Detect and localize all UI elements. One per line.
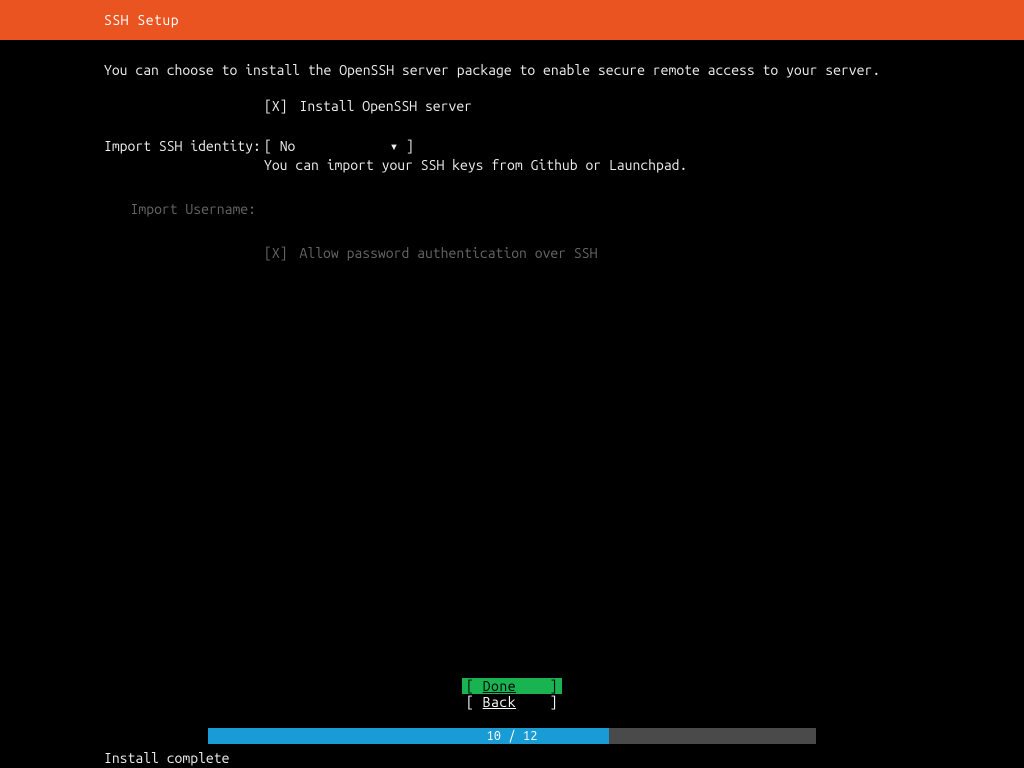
allow-password-checkbox[interactable]: [X] — [264, 245, 288, 261]
allow-password-row: [X] Allow password authentication over S… — [104, 245, 1024, 261]
install-openssh-checkbox[interactable]: [X] — [264, 98, 288, 114]
install-openssh-row: [X] Install OpenSSH server — [104, 98, 1024, 114]
page-title: SSH Setup — [104, 12, 179, 28]
footer-buttons: [ Done ] [ Back ] — [0, 678, 1024, 710]
import-username-label: Import Username: — [104, 201, 264, 217]
dropdown-close-bracket: ] — [398, 138, 414, 154]
progress-bar: 10 / 12 — [208, 728, 816, 744]
progress-text: 10 / 12 — [208, 728, 816, 744]
import-identity-dropdown[interactable]: [ No▾ ] — [264, 138, 414, 155]
import-identity-value: No — [280, 138, 390, 154]
back-button[interactable]: [ Back ] — [462, 694, 562, 710]
import-identity-label: Import SSH identity: — [104, 138, 264, 154]
done-button-label: Done — [483, 678, 516, 694]
main-content: You can choose to install the OpenSSH se… — [0, 40, 1024, 261]
status-text: Install complete — [104, 750, 229, 766]
dropdown-open-bracket: [ — [264, 138, 280, 154]
import-username-row: Import Username: — [104, 201, 1024, 217]
import-identity-row: Import SSH identity: [ No▾ ] You can imp… — [104, 138, 1024, 173]
install-openssh-text: Install OpenSSH server — [300, 98, 472, 114]
progress-container: 10 / 12 — [0, 728, 1024, 744]
chevron-down-icon: ▾ — [390, 138, 398, 154]
import-identity-hint: You can import your SSH keys from Github… — [264, 157, 687, 173]
header-bar: SSH Setup — [0, 0, 1024, 40]
done-button[interactable]: [ Done ] — [462, 678, 562, 694]
back-button-label: Back — [483, 694, 516, 710]
allow-password-text: Allow password authentication over SSH — [300, 245, 598, 261]
intro-text: You can choose to install the OpenSSH se… — [104, 62, 1024, 78]
